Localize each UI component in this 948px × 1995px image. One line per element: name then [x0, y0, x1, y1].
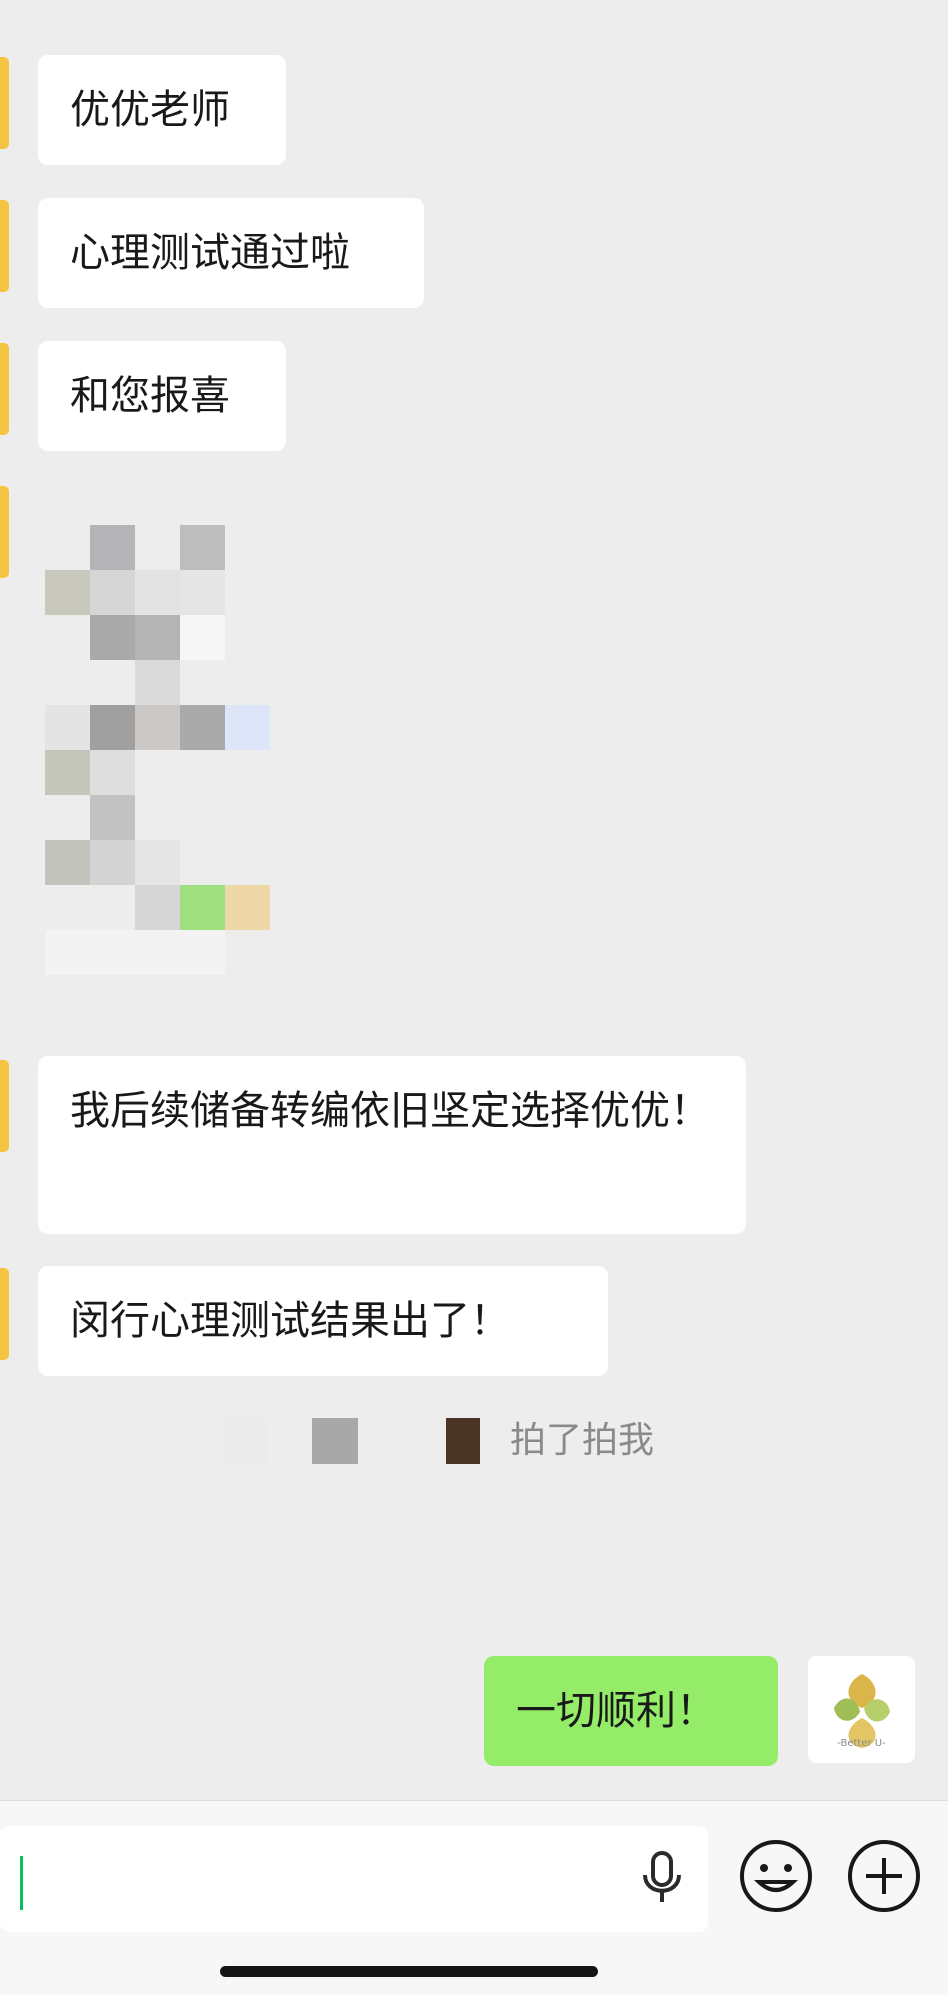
message-bubble[interactable]: 闵行心理测试结果出了！	[38, 1266, 608, 1376]
pixelated-name	[312, 1418, 358, 1464]
plus-icon[interactable]	[846, 1838, 922, 1914]
own-message-bubble[interactable]: 一切顺利！	[484, 1656, 778, 1766]
pat-notice: 拍了拍我	[0, 1418, 948, 1464]
sender-avatar[interactable]	[0, 57, 9, 149]
home-indicator[interactable]	[220, 1966, 598, 1977]
pat-text: 拍了拍我	[510, 1420, 655, 1461]
message-text: 一切顺利！	[516, 1688, 716, 1734]
message-text: 优优老师	[70, 87, 230, 133]
message-bubble[interactable]: 心理测试通过啦	[38, 198, 424, 308]
message-bubble[interactable]: 优优老师	[38, 55, 286, 165]
sender-avatar[interactable]	[0, 343, 9, 435]
better-u-logo: -Better U-	[834, 1674, 890, 1749]
message-text: 和您报喜	[70, 373, 230, 419]
avatar-caption: -Better U-	[837, 1738, 886, 1749]
sender-avatar[interactable]	[0, 200, 9, 292]
sender-avatar[interactable]	[0, 486, 9, 578]
own-avatar[interactable]: -Better U-	[808, 1656, 915, 1763]
message-bubble[interactable]: 和您报喜	[38, 341, 286, 451]
text-cursor	[20, 1856, 23, 1910]
sender-avatar[interactable]	[0, 1060, 9, 1152]
message-bubble[interactable]: 我后续储备转编依旧坚定选择优优！	[38, 1056, 746, 1234]
input-bar	[0, 1800, 948, 1995]
mic-icon[interactable]	[640, 1851, 684, 1905]
message-text: 我后续储备转编依旧坚定选择优优！	[70, 1088, 710, 1134]
pixelated-name	[446, 1418, 480, 1464]
message-input[interactable]	[0, 1826, 708, 1932]
emoji-icon[interactable]	[738, 1838, 814, 1914]
sender-avatar[interactable]	[0, 1268, 9, 1360]
pixelated-name	[222, 1418, 268, 1464]
message-text: 心理测试通过啦	[70, 230, 350, 276]
message-text: 闵行心理测试结果出了！	[70, 1298, 510, 1344]
